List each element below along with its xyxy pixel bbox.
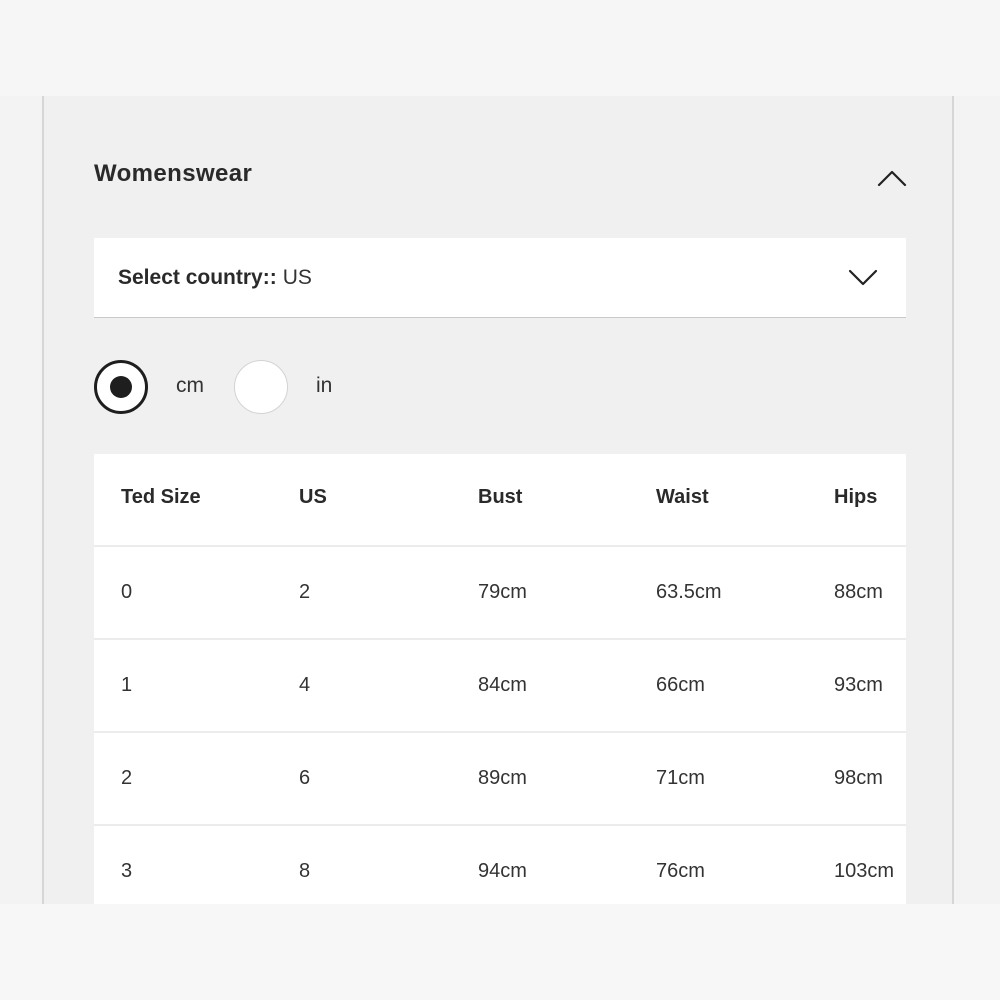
- cell-ted-size: 2: [121, 767, 133, 789]
- table-row: 1 4 84cm 66cm 93cm: [94, 640, 906, 733]
- collapse-button[interactable]: [870, 160, 914, 196]
- cell-bust: 79cm: [478, 581, 527, 603]
- cell-us: 2: [299, 581, 311, 603]
- bottom-background: [0, 904, 1000, 1000]
- header-us: US: [299, 486, 327, 508]
- unit-toggle: cm in: [94, 360, 494, 418]
- cell-bust: 89cm: [478, 767, 527, 789]
- cell-hips: 98cm: [834, 767, 883, 789]
- section-title: Womenswear: [94, 160, 253, 187]
- cell-us: 4: [299, 674, 311, 696]
- header-waist: Waist: [656, 486, 709, 508]
- header-ted-size: Ted Size: [121, 486, 201, 508]
- size-table: Ted Size US Bust Waist Hips 0 2 79cm 63.…: [94, 454, 906, 904]
- cell-us: 8: [299, 860, 311, 882]
- cell-ted-size: 3: [121, 860, 133, 882]
- unit-radio-cm[interactable]: [94, 360, 148, 414]
- table-header-row: Ted Size US Bust Waist Hips: [94, 454, 906, 547]
- country-select-value: US: [282, 266, 312, 289]
- header-hips: Hips: [834, 486, 878, 508]
- top-background: [0, 0, 1000, 96]
- cell-waist: 63.5cm: [656, 581, 722, 603]
- size-guide-panel: Womenswear Select country:: US cm in Ted …: [42, 96, 954, 904]
- cell-hips: 93cm: [834, 674, 883, 696]
- table-row: 2 6 89cm 71cm 98cm: [94, 733, 906, 826]
- table-row: 3 8 94cm 76cm 103cm: [94, 826, 906, 904]
- chevron-up-icon: [877, 170, 907, 187]
- cell-bust: 84cm: [478, 674, 527, 696]
- table-row: 0 2 79cm 63.5cm 88cm: [94, 547, 906, 640]
- cell-ted-size: 0: [121, 581, 133, 603]
- cell-hips: 88cm: [834, 581, 883, 603]
- cell-waist: 76cm: [656, 860, 705, 882]
- header-bust: Bust: [478, 486, 523, 508]
- cell-bust: 94cm: [478, 860, 527, 882]
- chevron-down-icon: [848, 269, 878, 286]
- country-select-label: Select country:: US: [118, 266, 312, 290]
- country-label-text: Select country::: [118, 266, 277, 289]
- cell-hips: 103cm: [834, 860, 895, 882]
- cell-waist: 66cm: [656, 674, 705, 696]
- unit-radio-in[interactable]: [234, 360, 288, 414]
- cell-us: 6: [299, 767, 311, 789]
- unit-label-cm: cm: [176, 374, 204, 397]
- country-select[interactable]: Select country:: US: [94, 238, 906, 318]
- unit-label-in: in: [316, 374, 333, 397]
- cell-waist: 71cm: [656, 767, 705, 789]
- cell-ted-size: 1: [121, 674, 133, 696]
- radio-selected-dot: [110, 376, 132, 398]
